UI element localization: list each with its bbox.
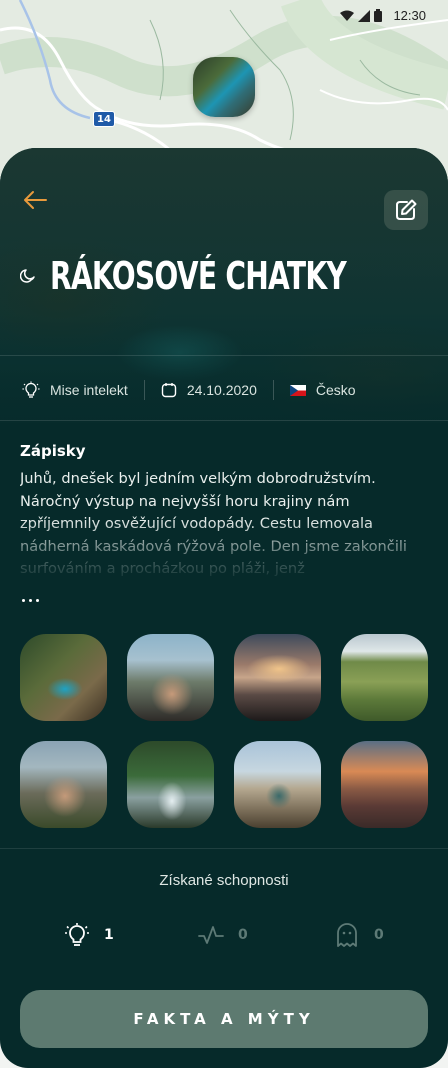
ghost-icon [337,923,357,947]
country-label: Česko [315,382,356,398]
wifi-icon [340,10,354,21]
photo-volcano-sunrise[interactable] [341,741,428,828]
photo-rice-terraces[interactable] [341,634,428,721]
location-photo-pin[interactable] [193,57,255,117]
skill-activity: 0 [198,922,248,948]
photo-waterfall[interactable] [127,741,214,828]
lightbulb-icon [22,381,40,398]
skill-activity-value: 0 [238,927,248,943]
divider [0,355,448,356]
meta-country: Česko [289,382,356,398]
arrow-left-icon [24,191,47,209]
meta-row: Mise intelekt 24.10.2020 Česko [0,370,448,410]
facts-and-myths-button[interactable]: FAKTA A MÝTY [20,990,428,1048]
moon-icon [20,269,35,283]
status-time: 12:30 [393,8,426,23]
skill-courage-value: 0 [374,927,384,943]
lightbulb-icon [65,923,89,946]
date-label: 24.10.2020 [186,382,257,398]
photo-couple-drinks[interactable] [20,741,107,828]
road-number-badge: 14 [93,111,115,127]
battery-icon [374,9,382,22]
status-icons [340,9,382,22]
edit-button[interactable] [384,190,428,230]
photo-beach-sunset[interactable] [234,634,321,721]
title-row: RÁKOSOVÉ CHATKY [20,254,448,298]
divider [0,420,448,421]
signal-icon [358,9,370,22]
skills-row: 1 0 0 [0,922,448,952]
meta-date: 24.10.2020 [161,382,257,398]
czech-flag-icon [289,384,306,396]
divider [272,380,274,400]
detail-card: RÁKOSOVÉ CHATKY Mise intelekt 24.10.2020 [0,148,448,1068]
divider [0,848,448,849]
notes-text: Juhů, dnešek byl jedním velkým dobrodruž… [20,470,407,577]
skill-intellect: 1 [64,922,114,948]
status-bar: 12:30 [0,0,448,32]
photo-couple-lake[interactable] [127,634,214,721]
skill-courage: 0 [334,922,384,948]
pulse-icon [198,926,224,944]
calendar-icon [161,383,177,398]
photo-gallery [20,634,430,828]
page-title: RÁKOSOVÉ CHATKY [50,254,347,298]
more-dots-icon[interactable] [22,594,52,606]
photo-temple-pool[interactable] [234,741,321,828]
skills-title: Získané schopnosti [159,872,289,889]
photo-pool[interactable] [20,634,107,721]
skill-intellect-value: 1 [104,927,114,943]
meta-mission: Mise intelekt [22,381,128,399]
divider [143,380,145,400]
mission-label: Mise intelekt [50,382,128,398]
edit-icon [396,199,417,220]
back-button[interactable] [22,188,50,212]
notes-title: Zápisky [20,442,86,460]
